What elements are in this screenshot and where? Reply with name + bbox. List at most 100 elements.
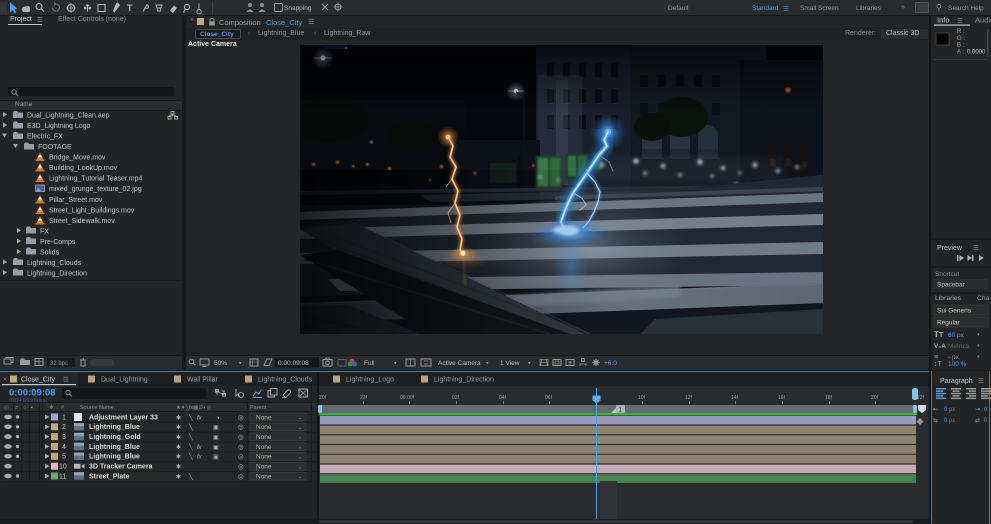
svg-text:Lightning_Blue: Lightning_Blue (89, 454, 140, 461)
svg-text:1 View: 1 View (500, 360, 520, 367)
svg-text:⌄: ⌄ (298, 464, 302, 470)
svg-text:◎: ◎ (238, 454, 244, 461)
svg-text:⇤: ⇤ (933, 407, 938, 413)
svg-text:✱: ✱ (176, 473, 181, 480)
svg-text:px: px (949, 418, 955, 424)
svg-text:1: 1 (62, 414, 66, 421)
svg-text:✱: ✱ (176, 464, 181, 471)
svg-text:mixed_grunge_texture_02.jpg: mixed_grunge_texture_02.jpg (49, 186, 142, 193)
svg-text:0: 0 (984, 418, 988, 424)
svg-text:14f: 14f (731, 395, 739, 401)
svg-text:Metrics: Metrics (948, 343, 970, 350)
svg-text:✱: ✱ (176, 454, 181, 461)
svg-text:◎: ◎ (238, 473, 244, 480)
svg-text:Paragraph: Paragraph (940, 378, 973, 385)
svg-text:✱: ✱ (176, 444, 181, 451)
svg-text:5: 5 (62, 454, 66, 461)
svg-text:◎: ◎ (238, 424, 244, 431)
svg-text:♬: ♬ (14, 405, 20, 411)
svg-text:10: 10 (59, 464, 67, 471)
svg-text:32 bpc: 32 bpc (50, 361, 68, 367)
svg-text:+6.0: +6.0 (604, 360, 617, 367)
svg-text:00224 (23.976 fps): 00224 (23.976 fps) (9, 398, 47, 403)
svg-text:⇥: ⇥ (975, 407, 980, 413)
svg-text:×: × (3, 377, 7, 384)
svg-text:☰: ☰ (973, 245, 979, 252)
svg-text:12f: 12f (685, 395, 693, 401)
svg-text:▣: ▣ (213, 425, 219, 431)
svg-text:Audio: Audio (975, 16, 991, 25)
svg-text:Electric_FX: Electric_FX (27, 134, 63, 141)
svg-text:0.0000: 0.0000 (967, 50, 986, 56)
svg-text:T: T (127, 3, 133, 13)
svg-text:Lightning_Tutorial Teaser.mp4: Lightning_Tutorial Teaser.mp4 (49, 176, 142, 183)
svg-text:◎: ◎ (238, 414, 244, 421)
svg-text:0:00:09:08: 0:00:09:08 (278, 360, 309, 367)
svg-text:G :: G : (957, 36, 965, 42)
svg-text:FX: FX (40, 229, 49, 236)
svg-text:2: 2 (62, 424, 66, 431)
svg-text:A :: A : (957, 50, 964, 56)
svg-text:Wall Pillar: Wall Pillar (187, 377, 219, 384)
svg-text:▾: ▾ (239, 361, 242, 367)
svg-text:▾: ▾ (486, 361, 489, 367)
svg-text:☰: ☰ (63, 377, 69, 384)
svg-text:Lightning_Logo: Lightning_Logo (346, 377, 394, 384)
svg-text:09:00f: 09:00f (400, 395, 415, 401)
svg-text:06f: 06f (545, 395, 553, 401)
svg-text:▣: ▣ (213, 445, 219, 451)
svg-text:✱: ✱ (176, 434, 181, 441)
svg-text:⇆: ⇆ (933, 417, 938, 424)
svg-text:Pillar_Street.mov: Pillar_Street.mov (49, 197, 103, 204)
svg-text:☰: ☰ (978, 378, 984, 385)
svg-text:- px: - px (948, 354, 960, 361)
svg-text:Lightning_Direction: Lightning_Direction (434, 377, 494, 384)
svg-text:◑: ◑ (216, 415, 220, 421)
svg-text:𝐓T: 𝐓T (934, 330, 944, 339)
svg-text:✱: ✱ (176, 414, 181, 421)
svg-text:60 px: 60 px (948, 332, 965, 339)
svg-text:Shortcut: Shortcut (935, 271, 959, 278)
svg-text:None: None (256, 473, 272, 480)
svg-text:Parent: Parent (250, 405, 267, 411)
svg-text:╲: ╲ (188, 453, 193, 461)
svg-text:None: None (256, 464, 272, 471)
svg-text:╲: ╲ (188, 472, 193, 480)
svg-text:⌄: ⌄ (298, 445, 302, 451)
svg-text:▪: ▪ (31, 405, 33, 411)
svg-text:04f: 04f (499, 395, 507, 401)
svg-text:Lightning_Blue: Lightning_Blue (89, 424, 140, 431)
svg-text:Lightning_Direction: Lightning_Direction (27, 271, 87, 278)
svg-text:Spacebar: Spacebar (937, 282, 966, 289)
svg-text:Lightning_Clouds: Lightning_Clouds (27, 260, 82, 267)
svg-text:◎: ◎ (4, 405, 9, 411)
svg-text:E3D_Lightning Logo: E3D_Lightning Logo (27, 123, 91, 130)
svg-text:Bridge_Move.mov: Bridge_Move.mov (49, 155, 106, 162)
svg-text:☰: ☰ (957, 18, 963, 25)
svg-text:◎: ◎ (238, 434, 244, 441)
svg-text:02f: 02f (452, 395, 460, 401)
svg-text:╲: ╲ (188, 423, 193, 431)
svg-text:Adjustment Layer 33: Adjustment Layer 33 (89, 414, 158, 421)
svg-text:20f: 20f (319, 395, 327, 401)
svg-text:0: 0 (944, 407, 948, 413)
svg-text:▣: ▣ (213, 435, 219, 441)
svg-text:None: None (256, 444, 272, 451)
svg-text:Info: Info (937, 16, 950, 25)
svg-text:R :: R : (957, 29, 965, 35)
svg-text:Cha: Cha (977, 295, 990, 302)
svg-text:Lightning_Clouds: Lightning_Clouds (258, 377, 313, 384)
svg-text:Source Name: Source Name (80, 405, 114, 411)
svg-text:None: None (256, 424, 272, 431)
svg-text:4: 4 (62, 444, 66, 451)
svg-text:Regular: Regular (937, 320, 961, 327)
svg-text:Active Camera: Active Camera (438, 360, 481, 367)
svg-text:Lightning_Blue: Lightning_Blue (89, 444, 140, 451)
svg-text:Street_Plate: Street_Plate (89, 473, 130, 480)
svg-text:▾: ▾ (977, 354, 980, 360)
svg-text:Building_LookUp.mov: Building_LookUp.mov (49, 165, 118, 172)
svg-text:Close_City: Close_City (21, 377, 55, 384)
svg-text:≡: ≡ (934, 354, 938, 361)
svg-text:11: 11 (59, 473, 66, 480)
svg-text:❖: ❖ (49, 405, 54, 411)
